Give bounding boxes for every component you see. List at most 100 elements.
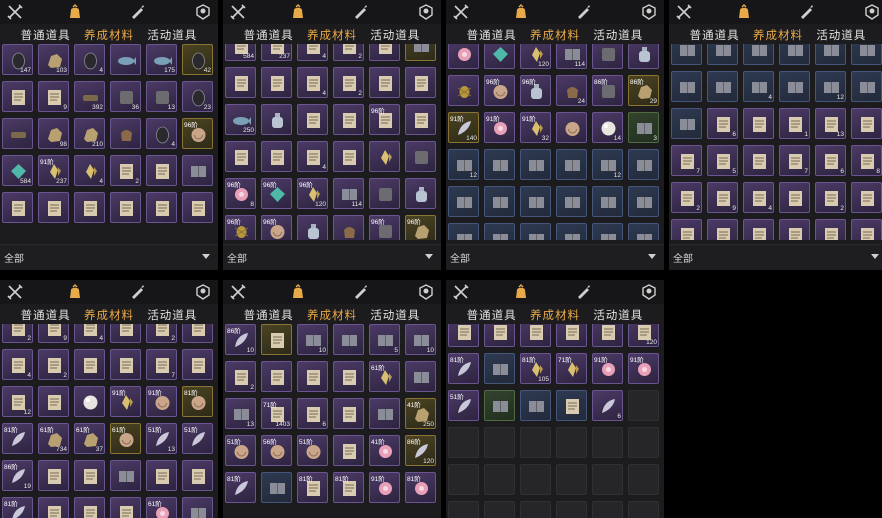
item-slot[interactable] xyxy=(261,67,292,98)
item-slot[interactable]: 4 xyxy=(146,118,177,149)
item-slot[interactable]: 5 xyxy=(707,145,738,176)
item-slot[interactable]: 392 xyxy=(74,81,105,112)
item-slot[interactable]: 96阶 xyxy=(182,118,213,149)
item-slot[interactable]: 2 xyxy=(146,324,177,343)
item-slot[interactable]: 24 xyxy=(556,75,587,106)
item-slot[interactable] xyxy=(333,104,364,135)
item-slot[interactable]: 12 xyxy=(2,386,33,417)
item-slot[interactable] xyxy=(333,398,364,429)
empty-slot[interactable] xyxy=(592,501,623,518)
item-slot[interactable]: 51阶 xyxy=(448,390,479,421)
item-slot[interactable]: 91阶 xyxy=(110,386,141,417)
item-slot[interactable]: 9 xyxy=(38,324,69,343)
crossed-swords-icon[interactable] xyxy=(452,3,470,21)
item-slot[interactable] xyxy=(484,149,515,180)
item-slot[interactable] xyxy=(851,219,882,240)
item-slot[interactable]: 2 xyxy=(225,361,256,392)
item-slot[interactable] xyxy=(520,223,551,240)
item-slot[interactable] xyxy=(707,44,738,65)
item-slot[interactable]: 4 xyxy=(74,155,105,186)
item-slot[interactable]: 36 xyxy=(110,81,141,112)
item-slot[interactable]: 56阶 xyxy=(261,435,292,466)
item-slot[interactable]: 42 xyxy=(182,44,213,75)
item-slot[interactable]: 91阶 xyxy=(146,386,177,417)
item-slot[interactable] xyxy=(182,497,213,518)
item-slot[interactable]: 12 xyxy=(448,149,479,180)
tab-1[interactable]: 养成材料 xyxy=(530,306,580,324)
crossed-swords-icon[interactable] xyxy=(6,3,24,21)
empty-slot[interactable] xyxy=(556,464,587,495)
item-slot[interactable] xyxy=(74,497,105,518)
brush-icon[interactable] xyxy=(574,3,592,21)
item-slot[interactable] xyxy=(182,460,213,491)
item-slot[interactable]: 91阶 xyxy=(592,353,623,384)
item-slot[interactable] xyxy=(38,497,69,518)
item-slot[interactable] xyxy=(182,155,213,186)
filter-dropdown[interactable]: 全部 xyxy=(446,244,664,270)
item-slot[interactable] xyxy=(592,223,623,240)
item-slot[interactable] xyxy=(110,324,141,343)
item-slot[interactable]: 4 xyxy=(743,71,774,102)
tab-0[interactable]: 普通道具 xyxy=(690,26,740,44)
item-slot[interactable] xyxy=(333,361,364,392)
empty-slot[interactable] xyxy=(556,427,587,458)
empty-slot[interactable] xyxy=(448,464,479,495)
crossed-swords-icon[interactable] xyxy=(229,283,247,301)
tab-1[interactable]: 养成材料 xyxy=(307,306,357,324)
item-slot[interactable]: 103 xyxy=(38,44,69,75)
item-slot[interactable]: 2 xyxy=(333,67,364,98)
empty-slot[interactable] xyxy=(520,427,551,458)
item-slot[interactable] xyxy=(182,349,213,380)
item-slot[interactable] xyxy=(851,108,882,139)
tab-1[interactable]: 养成材料 xyxy=(84,26,134,44)
item-slot[interactable] xyxy=(556,186,587,217)
crossed-swords-icon[interactable] xyxy=(675,3,693,21)
item-slot[interactable]: 2 xyxy=(671,182,702,213)
item-slot[interactable] xyxy=(297,361,328,392)
item-slot[interactable]: 9 xyxy=(707,182,738,213)
item-slot[interactable]: 7 xyxy=(146,349,177,380)
bag-icon[interactable] xyxy=(512,3,530,21)
item-slot[interactable] xyxy=(556,390,587,421)
bag-icon[interactable] xyxy=(289,283,307,301)
crossed-swords-icon[interactable] xyxy=(452,283,470,301)
item-slot[interactable]: 13 xyxy=(146,81,177,112)
item-slot[interactable]: 91阶 237 xyxy=(38,155,69,186)
item-slot[interactable]: 2 xyxy=(707,219,738,240)
item-slot[interactable] xyxy=(484,186,515,217)
tab-2[interactable]: 活动道具 xyxy=(370,26,420,44)
badge-icon[interactable] xyxy=(194,283,212,301)
item-slot[interactable] xyxy=(592,186,623,217)
item-slot[interactable] xyxy=(38,192,69,223)
item-slot[interactable] xyxy=(74,192,105,223)
item-slot[interactable] xyxy=(779,219,810,240)
item-slot[interactable] xyxy=(448,75,479,106)
item-slot[interactable] xyxy=(110,349,141,380)
item-slot[interactable] xyxy=(297,215,328,240)
item-slot[interactable] xyxy=(556,223,587,240)
item-slot[interactable]: 81阶 xyxy=(297,472,328,503)
item-slot[interactable] xyxy=(405,178,436,209)
item-slot[interactable]: 12 xyxy=(815,71,846,102)
item-slot[interactable] xyxy=(261,472,292,503)
item-slot[interactable]: 4 xyxy=(74,44,105,75)
item-slot[interactable]: 210 xyxy=(74,118,105,149)
item-slot[interactable]: 4 xyxy=(671,219,702,240)
item-slot[interactable]: 6 xyxy=(707,108,738,139)
tab-0[interactable]: 普通道具 xyxy=(244,26,294,44)
brush-icon[interactable] xyxy=(128,3,146,21)
item-slot[interactable] xyxy=(628,149,659,180)
item-slot[interactable] xyxy=(182,192,213,223)
tab-0[interactable]: 普通道具 xyxy=(21,26,71,44)
item-slot[interactable]: 86阶 19 xyxy=(2,460,33,491)
tab-2[interactable]: 活动道具 xyxy=(593,26,643,44)
item-slot[interactable] xyxy=(779,71,810,102)
empty-slot[interactable] xyxy=(592,427,623,458)
item-slot[interactable] xyxy=(297,104,328,135)
brush-icon[interactable] xyxy=(128,283,146,301)
filter-dropdown[interactable]: 全部 xyxy=(669,244,882,270)
item-slot[interactable] xyxy=(448,324,479,347)
item-slot[interactable]: 61阶 xyxy=(146,497,177,518)
item-slot[interactable]: 86阶 xyxy=(592,75,623,106)
item-slot[interactable]: 4 xyxy=(2,349,33,380)
